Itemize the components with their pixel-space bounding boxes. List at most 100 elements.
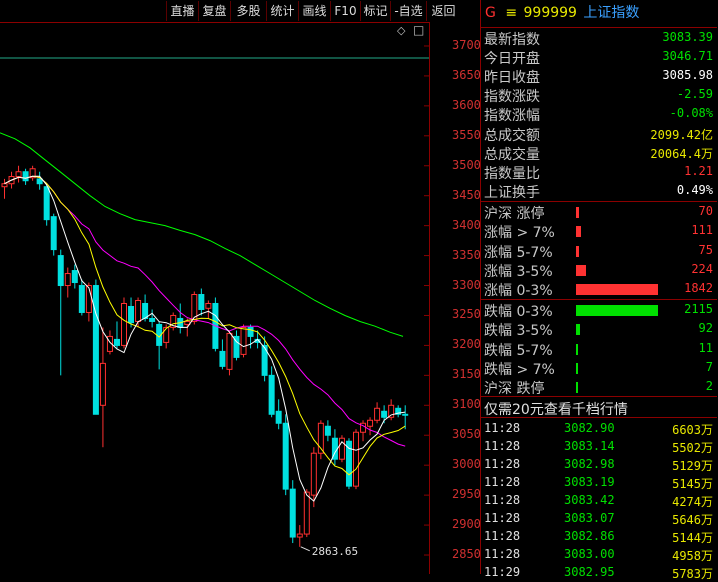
candle-body (226, 332, 233, 370)
distribution-bar (576, 305, 658, 316)
candle-body (113, 338, 120, 346)
distribution-label: 沪深 涨停 (484, 206, 545, 222)
distribution-count: 70 (698, 204, 713, 218)
distribution-count: 7 (705, 359, 713, 374)
tick-time: 11:28 (484, 421, 521, 435)
stat-row: 上证换手 0.49% (481, 182, 717, 201)
tick-row: 11:29 3082.95 5783万 (481, 564, 717, 582)
menu-icon[interactable]: ≡ (505, 5, 517, 21)
tick-price: 3083.42 (564, 493, 615, 507)
stat-label: 上证换手 (484, 184, 540, 201)
toolbar-button-0[interactable]: 直播 (166, 1, 198, 21)
candle-body (22, 171, 29, 182)
candle-body (324, 425, 331, 436)
distribution-bar (576, 264, 586, 276)
y-tick-label: 3500 (452, 157, 481, 172)
distribution-row: 涨幅 > 7% 111 (481, 222, 717, 241)
tick-volume: 6603万 (672, 423, 713, 437)
stat-value: 20064.4万 (650, 146, 713, 161)
distribution-count: 1842 (684, 281, 713, 296)
candle-body (50, 216, 57, 251)
toolbar-button-7[interactable]: -自选 (390, 1, 426, 21)
y-tick-label: 3700 (452, 37, 481, 52)
distribution-label: 跌幅 3-5% (484, 323, 553, 340)
toolbar-button-2[interactable]: 多股 (230, 1, 266, 21)
tick-row: 11:28 3082.98 5129万 (481, 456, 717, 474)
distribution-count: 2115 (684, 302, 713, 316)
tick-row: 11:28 3083.42 4274万 (481, 492, 717, 510)
tick-row: 11:28 3082.86 5144万 (481, 528, 717, 546)
stat-value: 0.49% (676, 182, 713, 197)
low-price-label: 2863.65 (312, 545, 358, 558)
candle-body (205, 302, 212, 309)
distribution-label: 跌幅 5-7% (484, 342, 553, 359)
toolbar-button-4[interactable]: 画线 (298, 1, 330, 21)
candle-body (99, 362, 106, 406)
distribution-label: 涨幅 5-7% (484, 244, 553, 261)
distribution-bar (576, 284, 658, 296)
y-tick-label: 2900 (452, 517, 481, 532)
candle-body (92, 285, 99, 415)
stat-value: 2099.42亿 (650, 127, 713, 142)
candle-body (15, 171, 22, 178)
distribution-row: 跌幅 3-5% 92 (481, 320, 717, 339)
distribution-bar (576, 382, 578, 394)
y-tick-label: 3650 (452, 67, 481, 82)
candle-body (128, 305, 135, 324)
tick-time: 11:28 (484, 529, 521, 543)
candle-body (142, 302, 149, 319)
tick-price: 3082.86 (564, 529, 615, 543)
promo-text[interactable]: 仅需20元查看千档行情 (484, 399, 628, 419)
toolbar-button-1[interactable]: 复盘 (198, 1, 230, 21)
stat-row: 最新指数 3083.39 (481, 29, 717, 48)
candle-body (402, 413, 409, 416)
kline-chart-svg: 2863.65 (0, 22, 430, 574)
stat-row: 指数涨幅 -0.08% (481, 105, 717, 124)
distribution-row: 涨幅 0-3% 1842 (481, 280, 717, 299)
distribution-count: 2 (705, 379, 713, 394)
candle-body (296, 533, 303, 538)
candle-body (303, 491, 310, 535)
stat-label: 总成交量 (484, 146, 540, 163)
tick-price: 3083.00 (564, 547, 615, 561)
toolbar-button-6[interactable]: 标记 (360, 1, 390, 21)
tick-time: 11:28 (484, 493, 521, 507)
y-tick-label: 3050 (452, 427, 481, 442)
tick-time: 11:28 (484, 439, 521, 453)
y-tick-label: 3350 (452, 247, 481, 262)
distribution-bar (576, 324, 580, 336)
ma5-line (4, 175, 406, 502)
promo-row[interactable]: 仅需20元查看千档行情 (481, 399, 717, 418)
toolbar-button-8[interactable]: 返回 (426, 1, 460, 21)
distribution-label: 跌幅 0-3% (484, 304, 553, 320)
distribution-label: 涨幅 3-5% (484, 263, 553, 280)
tick-price: 3083.19 (564, 475, 615, 489)
panel-title: G ≡ 999999 上证指数 (485, 2, 639, 22)
stat-value: 1.21 (684, 163, 713, 178)
candle-body (282, 422, 289, 490)
diamond-icon[interactable]: ◇ (397, 24, 405, 37)
distribution-label: 涨幅 0-3% (484, 283, 553, 300)
toolbar-button-5[interactable]: F10 (330, 1, 360, 21)
stat-value: -2.59 (676, 87, 713, 102)
stat-label: 总成交额 (484, 127, 540, 144)
price-axis: 3700 3650 3600 3550 3500 3450 3400 3350 3300 3250… (430, 22, 481, 574)
distribution-label: 跌幅 > 7% (484, 361, 555, 378)
distribution-count: 75 (698, 242, 713, 257)
tick-time: 11:28 (484, 475, 521, 489)
box-icon[interactable]: □ (413, 23, 424, 37)
candle-body (198, 294, 205, 310)
kline-chart[interactable]: 2863.65 ◇ □ (0, 22, 430, 574)
tick-row: 11:28 3083.19 5145万 (481, 474, 717, 492)
tick-volume: 4958万 (672, 549, 713, 563)
candle-body (64, 273, 71, 287)
tick-row: 11:28 3082.90 6603万 (481, 420, 717, 438)
toolbar-button-3[interactable]: 统计 (266, 1, 298, 21)
stat-row: 指数涨跌 -2.59 (481, 86, 717, 105)
distribution-bar (576, 362, 578, 374)
distribution-row: 跌幅 > 7% 7 (481, 359, 717, 378)
tick-row: 11:28 3083.07 5646万 (481, 510, 717, 528)
stat-label: 最新指数 (484, 32, 540, 48)
tick-price: 3083.14 (564, 439, 615, 453)
stat-row: 总成交额 2099.42亿 (481, 125, 717, 144)
